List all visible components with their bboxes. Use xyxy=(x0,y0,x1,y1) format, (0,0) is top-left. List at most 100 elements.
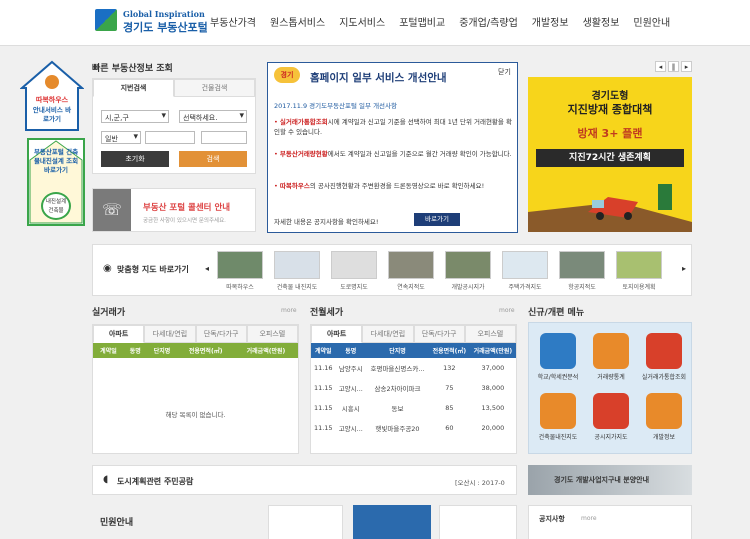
map-thumb-item[interactable]: 건축물 내진지도 xyxy=(274,251,320,291)
minwon-panel-a xyxy=(268,505,343,539)
empty-message: 해당 목록이 없습니다. xyxy=(165,411,226,419)
new-menu-panel: 학교/학세권분석 거래량통계 실거래가통합조회 건축물내진지도 공시지가지도 개… xyxy=(528,322,692,454)
tab-detached[interactable]: 단독/다가구 xyxy=(195,325,247,343)
school-icon xyxy=(540,333,576,369)
trade-stats-menu[interactable]: 거래량통계 xyxy=(588,333,634,381)
lease-more-link[interactable]: more xyxy=(499,307,515,314)
notice-board-more-link[interactable]: more xyxy=(581,515,597,522)
notice-item-text: 의 공사진행현황과 주변환경을 드론동영상으로 바로 확인하세요! xyxy=(309,182,485,190)
new-menu-title: 신규/개편 메뉴 xyxy=(528,308,585,318)
seismic-design-title: 부동산포털 건축물내진설계 조회 바로가기 xyxy=(33,148,79,174)
land-price-map-menu[interactable]: 공시지가지도 xyxy=(588,393,634,441)
phone-icon: ☏ xyxy=(93,189,131,231)
map-thumb-item[interactable]: 연속지적도 xyxy=(388,251,434,291)
lot-sub-input[interactable] xyxy=(201,131,247,144)
notice-item: • 부동산거래량현황에서도 계약일과 신고일을 기준으로 월간 거래량 확인이 … xyxy=(274,150,512,158)
table-row[interactable]: 11.15 시흥시 동보 85 13,500 xyxy=(311,398,516,418)
lease-tabs: 아파트 다세대/연립 단독/다가구 오피스텔 xyxy=(311,325,516,343)
tab-apartment[interactable]: 아파트 xyxy=(93,325,145,343)
ddokbok-sub: 안내서비스 바로가기 xyxy=(32,106,72,123)
map-pin-icon: ◉ xyxy=(103,263,112,274)
notice-item-label[interactable]: 실거래가통합조회 xyxy=(280,118,328,126)
nav-item-portalmap[interactable]: 포털맵비교 xyxy=(399,14,445,29)
map-thumb-item[interactable]: 주택가격지도 xyxy=(502,251,548,291)
notice-close-button[interactable]: 닫기 xyxy=(498,67,511,77)
map-thumb-item[interactable]: 토지이용계획 xyxy=(616,251,662,291)
earthquake-line2: 지진방재 종합대책 xyxy=(567,103,653,116)
table-row[interactable]: 11.15 고양시... 삼송2차아이파크 75 38,000 xyxy=(311,378,516,398)
nav-item-living[interactable]: 생활정보 xyxy=(583,14,620,29)
map-thumb-item[interactable]: 따복하우스 xyxy=(217,251,263,291)
quick-search-title: 빠른 부동산정보 조회 xyxy=(92,64,173,74)
tab-officetel[interactable]: 오피스텔 xyxy=(246,325,298,343)
lot-main-input[interactable] xyxy=(145,131,195,144)
notice-go-button[interactable]: 바로가기 xyxy=(414,213,460,226)
quick-search-tabs: 지번검색 건물검색 xyxy=(93,79,255,97)
notice-item-label[interactable]: 부동산거래량현황 xyxy=(280,150,328,158)
nav-item-price[interactable]: 부동산가격 xyxy=(210,14,256,29)
search-button[interactable]: 검색 xyxy=(179,151,247,167)
ddokbok-banner[interactable]: 따복하우스 안내서비스 바로가기 xyxy=(20,60,84,132)
nav-item-map[interactable]: 지도서비스 xyxy=(339,14,385,29)
tab-lot-search[interactable]: 지번검색 xyxy=(93,79,174,97)
tab-officetel[interactable]: 오피스텔 xyxy=(464,325,516,343)
lease-table: 계약일 동명 단지명 전용면적(㎡) 거래금액(만원) 11.16 남양주시 호평마… xyxy=(311,343,516,438)
col-header: 동명 xyxy=(129,348,141,355)
tab-detached[interactable]: 단독/다가구 xyxy=(413,325,465,343)
col-header: 단지명 xyxy=(153,348,171,355)
map-thumbnail-row: 따복하우스 건축물 내진지도 도로명지도 연속지적도 개발공시지가 주택가격지도… xyxy=(217,251,673,291)
notice-item: • 따복하우스의 공사진행현황과 주변환경을 드론동영상으로 바로 확인하세요! xyxy=(274,182,485,190)
slider-next-button[interactable]: ▸ xyxy=(681,61,692,72)
reset-button[interactable]: 초기화 xyxy=(101,151,169,167)
col-header: 동명 xyxy=(345,348,357,355)
earthquake-line4: 지진72시간 생존계획 xyxy=(536,149,684,167)
quick-search-panel: 지번검색 건물검색 시,군,구 선택하세요. 일반 초기화 검색 xyxy=(92,78,256,174)
main-nav: 부동산가격 원스톱서비스 지도서비스 포털맵비교 중개업/측량업 개발정보 생활… xyxy=(210,14,684,29)
slider-pause-button[interactable]: ‖ xyxy=(668,61,679,72)
col-header: 단지명 xyxy=(389,348,406,355)
minwon-title: 민원안내 xyxy=(100,518,134,528)
lease-title: 전월세가 xyxy=(310,308,344,318)
tab-building-search[interactable]: 건물검색 xyxy=(174,79,255,97)
nav-item-civil[interactable]: 민원안내 xyxy=(633,14,670,29)
school-analysis-menu[interactable]: 학교/학세권분석 xyxy=(535,333,581,381)
notice-popup: 경기 홈페이지 일부 서비스 개선안내 닫기 2017.11.9 경기도부동산포… xyxy=(267,62,518,233)
type-select[interactable]: 일반 xyxy=(101,131,141,144)
seismic-design-banner[interactable]: 부동산포털 건축물내진설계 조회 바로가기 내진설계 건축물 xyxy=(27,138,85,226)
map-shortcut-strip: ◉ 맞춤형 지도 바로가기 ◂ 따복하우스 건축물 내진지도 도로명지도 연속지… xyxy=(92,244,692,296)
nav-item-devinfo[interactable]: 개발정보 xyxy=(532,14,569,29)
logo-icon[interactable] xyxy=(95,9,117,31)
earthquake-plan: 방재 3+ 플랜 xyxy=(577,127,643,140)
call-center-banner[interactable]: ☏ 부동산 포털 콜센터 안내 궁금한 사항이 있으시면 문의주세요. xyxy=(92,188,256,232)
logo-title[interactable]: 경기도 부동산포털 xyxy=(123,19,208,35)
dev-sale-banner[interactable]: 경기도 개발사업지구내 분양안내 xyxy=(528,465,692,495)
nav-item-broker[interactable]: 중개업/측량업 xyxy=(459,14,518,29)
urban-plan-bar[interactable]: ◖ 도시계획관련 주민공람 [오산시 : 2017-0 xyxy=(92,465,517,495)
col-header: 계약일 xyxy=(100,348,117,355)
notice-footer: 자세한 내용은 공지사항을 확인하세요! xyxy=(274,218,379,226)
tab-multiplex[interactable]: 다세대/연립 xyxy=(144,325,196,343)
map-thumb-item[interactable]: 항공지적도 xyxy=(559,251,605,291)
notice-title: 홈페이지 일부 서비스 개선안내 xyxy=(310,72,447,84)
map-thumb-item[interactable]: 개발공시지가 xyxy=(445,251,491,291)
map-thumb-item[interactable]: 도로명지도 xyxy=(331,251,377,291)
tab-apartment[interactable]: 아파트 xyxy=(311,325,363,343)
dev-info-menu[interactable]: 개발정보 xyxy=(641,393,687,441)
nav-item-onestop[interactable]: 원스톱서비스 xyxy=(270,14,325,29)
slider-prev-button[interactable]: ◂ xyxy=(655,61,666,72)
dong-select[interactable]: 선택하세요. xyxy=(179,110,247,123)
briefcase-icon xyxy=(646,393,682,429)
real-trade-more-link[interactable]: more xyxy=(281,307,297,314)
earthquake-banner[interactable]: 경기도형 지진방재 종합대책 방재 3+ 플랜 지진72시간 생존계획 xyxy=(528,77,692,232)
minwon-panel-b xyxy=(353,505,431,539)
tab-multiplex[interactable]: 다세대/연립 xyxy=(362,325,414,343)
map-strip-next-icon[interactable]: ▸ xyxy=(682,264,686,273)
seismic-map-menu[interactable]: 건축물내진지도 xyxy=(535,393,581,441)
map-strip-prev-icon[interactable]: ◂ xyxy=(205,264,209,273)
city-select[interactable]: 시,군,구 xyxy=(101,110,169,123)
real-trade-search-menu[interactable]: 실거래가통합조회 xyxy=(641,333,687,381)
table-row[interactable]: 11.16 남양주시 호평마을신명스카... 132 37,000 xyxy=(311,358,516,378)
minwon-panel-c xyxy=(439,505,517,539)
table-row[interactable]: 11.15 고양시... 햇빛마을주공20 60 20,000 xyxy=(311,418,516,438)
notice-item-label[interactable]: 따복하우스 xyxy=(280,182,310,190)
